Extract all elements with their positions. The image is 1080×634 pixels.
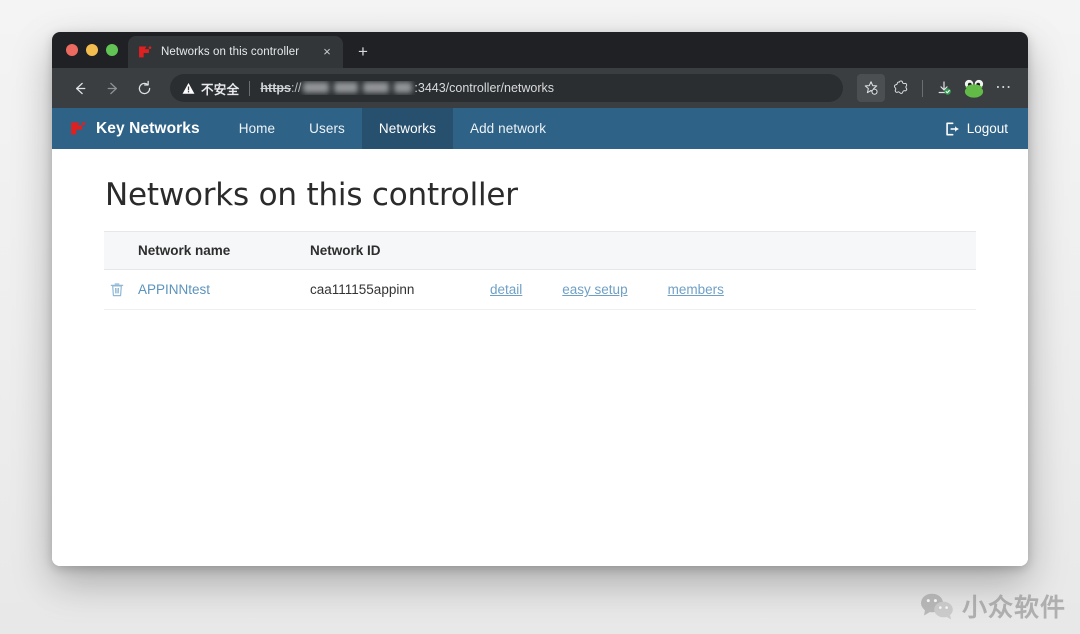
networks-table: Network name Network ID APPINNtest caa11…: [104, 231, 976, 310]
warning-triangle-icon: [182, 82, 195, 95]
zoom-window-button[interactable]: [106, 44, 118, 56]
network-actions-cell: detail easy setup members: [490, 269, 976, 310]
column-header-actions-icon: [104, 231, 138, 270]
avatar: [963, 78, 985, 98]
site-navbar: Key Networks Home Users Networks Add net…: [52, 108, 1028, 149]
navbar-spacer: [563, 108, 935, 149]
omnibox-divider: [249, 80, 251, 96]
column-header-links: [490, 231, 976, 270]
detail-link[interactable]: detail: [490, 282, 522, 297]
key-networks-logo-icon: [70, 121, 87, 136]
favorites-star-icon[interactable]: [857, 74, 885, 102]
network-name-cell: APPINNtest: [138, 269, 310, 310]
nav-item-home[interactable]: Home: [222, 108, 292, 149]
browser-toolbar: 不安全 https :// :3443/controller/networks: [52, 68, 1028, 108]
url-scheme-separator: ://: [290, 81, 302, 95]
url-scheme: https: [260, 81, 291, 95]
key-networks-logo-icon: [138, 45, 153, 59]
collections-icon[interactable]: [887, 74, 915, 102]
networks-table-body: APPINNtest caa111155appinn detail easy s…: [104, 269, 976, 310]
column-header-network-id: Network ID: [310, 231, 490, 270]
logout-button[interactable]: Logout: [935, 108, 1028, 149]
brand-label: Key Networks: [96, 119, 200, 137]
watermark-text: 小众软件: [961, 593, 1066, 622]
browser-tab-strip: Networks on this controller × +: [52, 32, 1028, 68]
logout-label: Logout: [966, 121, 1008, 136]
toolbar-divider: [922, 79, 923, 97]
toolbar-icon-group: ⋯: [857, 74, 1018, 102]
watermark: 小众软件: [920, 588, 1066, 624]
screenshot-root: Networks on this controller × + 不安全 http…: [0, 0, 1080, 634]
back-arrow-icon[interactable]: [66, 74, 94, 102]
forward-arrow-icon[interactable]: [98, 74, 126, 102]
row-action-links: detail easy setup members: [490, 282, 968, 297]
wechat-logo-icon: [920, 591, 954, 621]
nav-item-add-network[interactable]: Add network: [453, 108, 563, 149]
downloads-icon[interactable]: [930, 74, 958, 102]
page-title: Networks on this controller: [105, 177, 518, 213]
table-header-row: Network name Network ID: [104, 231, 976, 270]
window-traffic-lights: [62, 32, 128, 68]
nav-item-users[interactable]: Users: [292, 108, 362, 149]
browser-tab[interactable]: Networks on this controller ×: [128, 36, 343, 68]
networks-table-head: Network name Network ID: [104, 231, 976, 270]
url-host-redacted: [303, 81, 413, 93]
delete-network-button[interactable]: [104, 269, 138, 310]
site-security-indicator[interactable]: 不安全: [182, 79, 239, 98]
profile-avatar-icon[interactable]: [960, 74, 988, 102]
brand-link[interactable]: Key Networks: [52, 108, 222, 149]
url-path: :3443/controller/networks: [414, 81, 555, 95]
more-settings-icon[interactable]: ⋯: [990, 74, 1018, 102]
easy-setup-link[interactable]: easy setup: [562, 282, 627, 297]
reload-icon[interactable]: [130, 74, 158, 102]
page-content: Networks on this controller Network name…: [52, 149, 1028, 566]
sign-out-icon: [945, 122, 960, 136]
new-tab-button[interactable]: +: [349, 38, 377, 66]
nav-item-networks[interactable]: Networks: [361, 108, 453, 149]
browser-tab-title: Networks on this controller: [161, 46, 300, 58]
network-name-link[interactable]: APPINNtest: [138, 282, 210, 297]
ellipsis-icon: ⋯: [995, 79, 1013, 96]
address-bar[interactable]: 不安全 https :// :3443/controller/networks: [170, 74, 843, 102]
network-id-cell: caa111155appinn: [310, 269, 490, 310]
trash-icon: [110, 282, 124, 297]
close-icon[interactable]: ×: [319, 44, 335, 60]
url-text: https :// :3443/controller/networks: [260, 81, 554, 95]
browser-window: Networks on this controller × + 不安全 http…: [52, 32, 1028, 566]
security-label: 不安全: [201, 82, 240, 97]
minimize-window-button[interactable]: [86, 44, 98, 56]
table-row: APPINNtest caa111155appinn detail easy s…: [104, 269, 976, 310]
members-link[interactable]: members: [668, 282, 724, 297]
column-header-network-name: Network name: [138, 231, 310, 270]
close-window-button[interactable]: [66, 44, 78, 56]
